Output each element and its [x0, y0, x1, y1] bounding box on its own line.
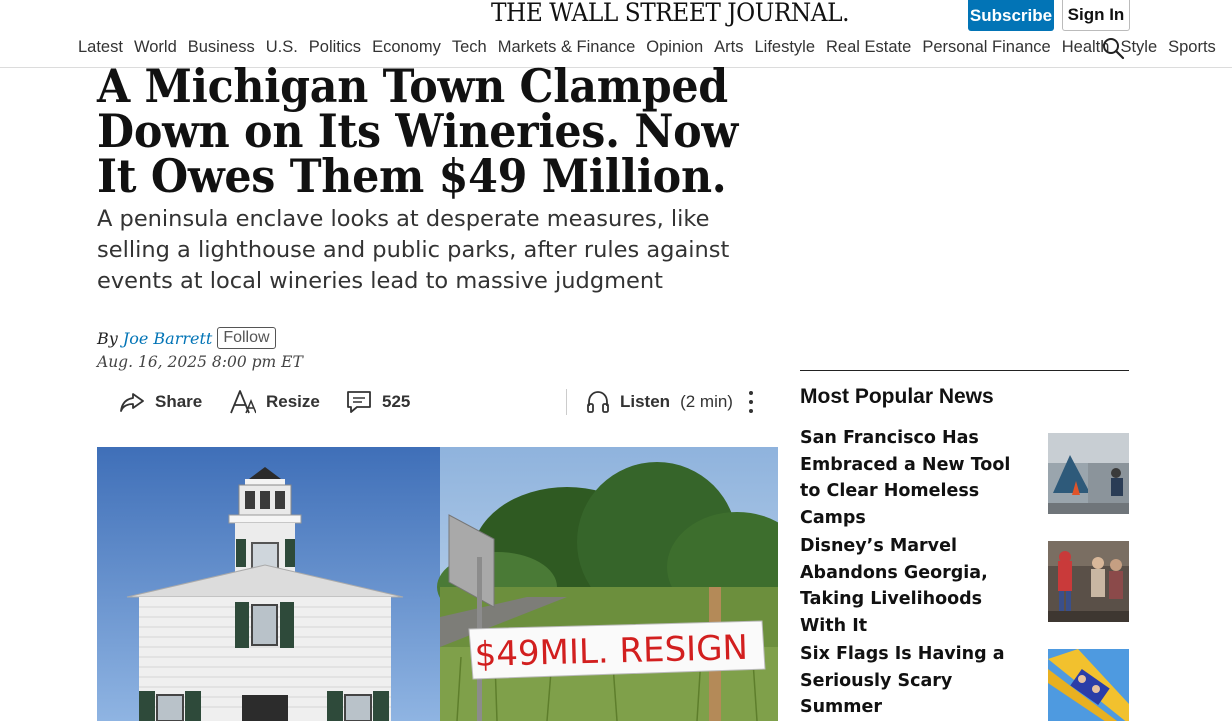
subscribe-button[interactable]: Subscribe: [968, 0, 1054, 31]
nav-item-world[interactable]: World: [134, 36, 177, 58]
nav-item-economy[interactable]: Economy: [372, 36, 441, 58]
popular-item-title[interactable]: Disney’s Marvel Abandons Georgia, Taking…: [800, 533, 1032, 639]
listen-label: Listen: [620, 392, 671, 411]
most-popular-module: Most Popular News San Francisco Has Embr…: [800, 370, 1129, 721]
resize-button[interactable]: Resize: [230, 385, 320, 419]
more-vertical-icon[interactable]: [740, 388, 762, 416]
popular-item-thumbnail[interactable]: [1048, 649, 1129, 721]
nav-item-arts[interactable]: Arts: [714, 36, 743, 58]
nav-item-business[interactable]: Business: [188, 36, 255, 58]
follow-button[interactable]: Follow: [217, 327, 276, 349]
protest-sign-text: $49MIL. RESIGN: [474, 628, 748, 675]
share-button[interactable]: Share: [119, 385, 202, 419]
nav-item-latest[interactable]: Latest: [78, 36, 123, 58]
popular-item-title[interactable]: San Francisco Has Embraced a New Tool to…: [800, 425, 1032, 531]
comment-count: 525: [382, 392, 411, 411]
nav-item-us[interactable]: U.S.: [266, 36, 298, 58]
headphones-icon: [587, 391, 609, 413]
comment-icon: [347, 391, 371, 413]
section-nav: Latest World Business U.S. Politics Econ…: [78, 36, 1216, 58]
publish-date: Aug. 16, 2025 8:00 pm ET: [97, 353, 303, 371]
wsj-logo[interactable]: THE WALL STREET JOURNAL.: [491, 0, 849, 27]
nav-item-real-estate[interactable]: Real Estate: [826, 36, 911, 58]
share-icon: [120, 393, 144, 412]
popular-item-thumbnail[interactable]: [1048, 433, 1129, 514]
nav-item-lifestyle[interactable]: Lifestyle: [754, 36, 815, 58]
popular-item-title[interactable]: Six Flags Is Having a Seriously Scary Su…: [800, 641, 1032, 721]
nav-item-markets-finance[interactable]: Markets & Finance: [498, 36, 636, 58]
protest-sign-photo: $49MIL. RESIGN: [437, 447, 778, 721]
nav-item-sports[interactable]: Sports: [1168, 36, 1216, 58]
byline: By Joe Barrett Follow: [97, 326, 276, 350]
nav-item-politics[interactable]: Politics: [309, 36, 361, 58]
lighthouse-photo: [97, 447, 440, 721]
listen-button[interactable]: Listen (2 min): [586, 385, 733, 419]
share-label: Share: [155, 392, 203, 411]
article-toolbar: Share Resize 525 Listen (2 min): [97, 385, 777, 419]
sign-in-button[interactable]: Sign In: [1062, 0, 1130, 31]
nav-item-opinion[interactable]: Opinion: [646, 36, 703, 58]
hero-image: $49MIL. RESIGN: [97, 447, 778, 721]
most-popular-title: Most Popular News: [800, 385, 994, 408]
masthead: THE WALL STREET JOURNAL. Subscribe Sign …: [0, 0, 1232, 68]
byline-prefix: By: [97, 328, 118, 348]
popular-item-thumbnail[interactable]: [1048, 541, 1129, 622]
listen-duration: (2 min): [680, 392, 733, 411]
nav-item-tech[interactable]: Tech: [452, 36, 487, 58]
article-dek: A peninsula enclave looks at desperate m…: [97, 206, 730, 294]
resize-label: Resize: [266, 392, 320, 411]
nav-item-personal-finance[interactable]: Personal Finance: [922, 36, 1050, 58]
article-headline: A Michigan Town Clamped Down on Its Wine…: [97, 59, 738, 203]
author-link[interactable]: Joe Barrett: [123, 329, 213, 348]
toolbar-divider: [566, 389, 567, 415]
search-icon[interactable]: [1101, 36, 1127, 62]
comments-button[interactable]: 525: [346, 385, 410, 419]
resize-icon: [230, 390, 256, 414]
